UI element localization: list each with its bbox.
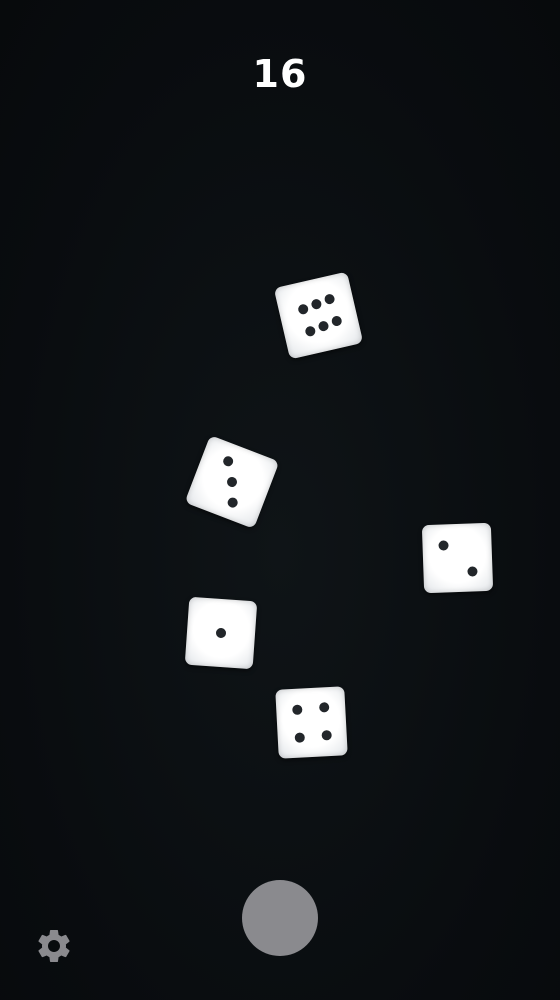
pip [330,315,343,328]
die-six[interactable] [273,271,364,360]
die-four[interactable] [275,686,348,759]
pip [226,496,240,510]
die-one[interactable] [184,596,258,670]
pip [297,303,310,316]
die-two[interactable] [421,522,494,594]
pip [292,704,303,715]
pip [225,475,239,489]
die-three[interactable] [184,435,280,529]
pip [323,293,336,306]
pip [310,298,323,311]
pip [318,702,330,713]
pip [438,540,449,551]
roll-button[interactable] [242,880,318,956]
pip [321,729,332,741]
pip [221,454,235,468]
pip [294,732,306,743]
pip [304,325,317,338]
gear-icon [38,930,70,962]
pip [467,566,478,577]
pip [317,320,330,333]
score-total: 16 [252,52,308,96]
game-screen: 16 [0,0,560,1000]
settings-button[interactable] [34,926,74,966]
pip [215,627,227,639]
